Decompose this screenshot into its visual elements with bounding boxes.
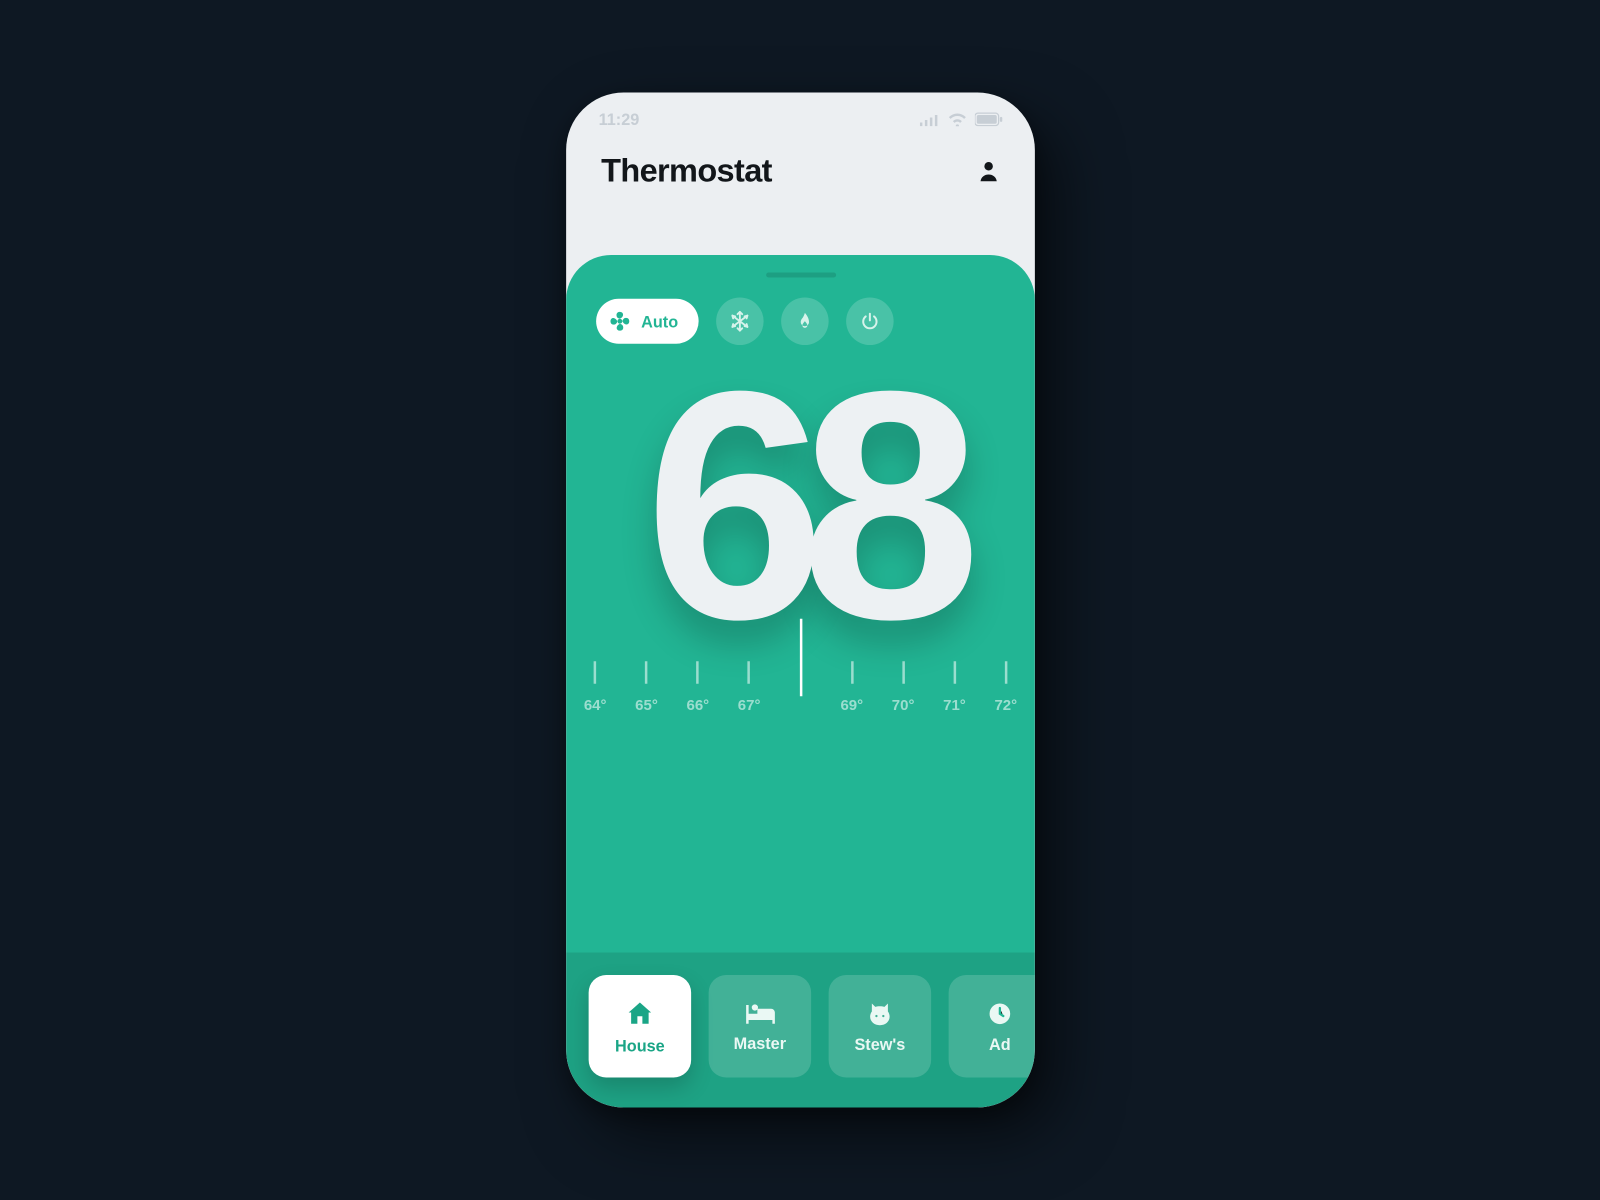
profile-icon[interactable] (977, 159, 1000, 182)
status-time: 11:29 (598, 110, 639, 129)
room-label: Master (733, 1033, 785, 1052)
room-additional[interactable]: Ad (948, 975, 1034, 1078)
cat-icon (866, 999, 894, 1027)
bed-icon (743, 1001, 776, 1026)
tick: 69° (830, 661, 873, 714)
tick: 71° (932, 661, 975, 714)
clock-icon (986, 999, 1014, 1027)
room-stews[interactable]: Stew's (828, 975, 931, 1078)
battery-icon (974, 113, 1002, 127)
temperature-display: 68 (566, 353, 1035, 662)
status-icons (919, 113, 1002, 127)
room-label: House (615, 1036, 665, 1055)
scale-needle[interactable] (799, 619, 802, 697)
room-house[interactable]: House (588, 975, 691, 1078)
temperature-scale[interactable]: 64° 65° 66° 67° 69° 70° 71° 72° (566, 661, 1035, 799)
home-icon (624, 998, 654, 1028)
rooms-tabbar: House Master Stew's Ad (566, 953, 1035, 1108)
tick: 67° (727, 661, 770, 714)
tick: 65° (624, 661, 667, 714)
room-label: Stew's (854, 1034, 905, 1053)
status-bar: 11:29 (566, 93, 1035, 129)
tick: 66° (676, 661, 719, 714)
tick: 64° (573, 661, 616, 714)
page-title: Thermostat (601, 151, 772, 190)
fan-icon (608, 310, 631, 333)
drag-handle[interactable] (765, 273, 835, 278)
phone-frame: 11:29 Thermostat Auto (566, 93, 1035, 1108)
room-master[interactable]: Master (708, 975, 811, 1078)
header: Thermostat (566, 129, 1035, 210)
signal-icon (919, 113, 939, 126)
thermostat-card: Auto 68 64° 65° 66° 67° 69° (566, 255, 1035, 1108)
tick: 70° (881, 661, 924, 714)
wifi-icon (947, 113, 967, 127)
room-label: Ad (989, 1034, 1011, 1053)
temperature-value: 68 (644, 353, 956, 662)
tick: 72° (984, 661, 1027, 714)
